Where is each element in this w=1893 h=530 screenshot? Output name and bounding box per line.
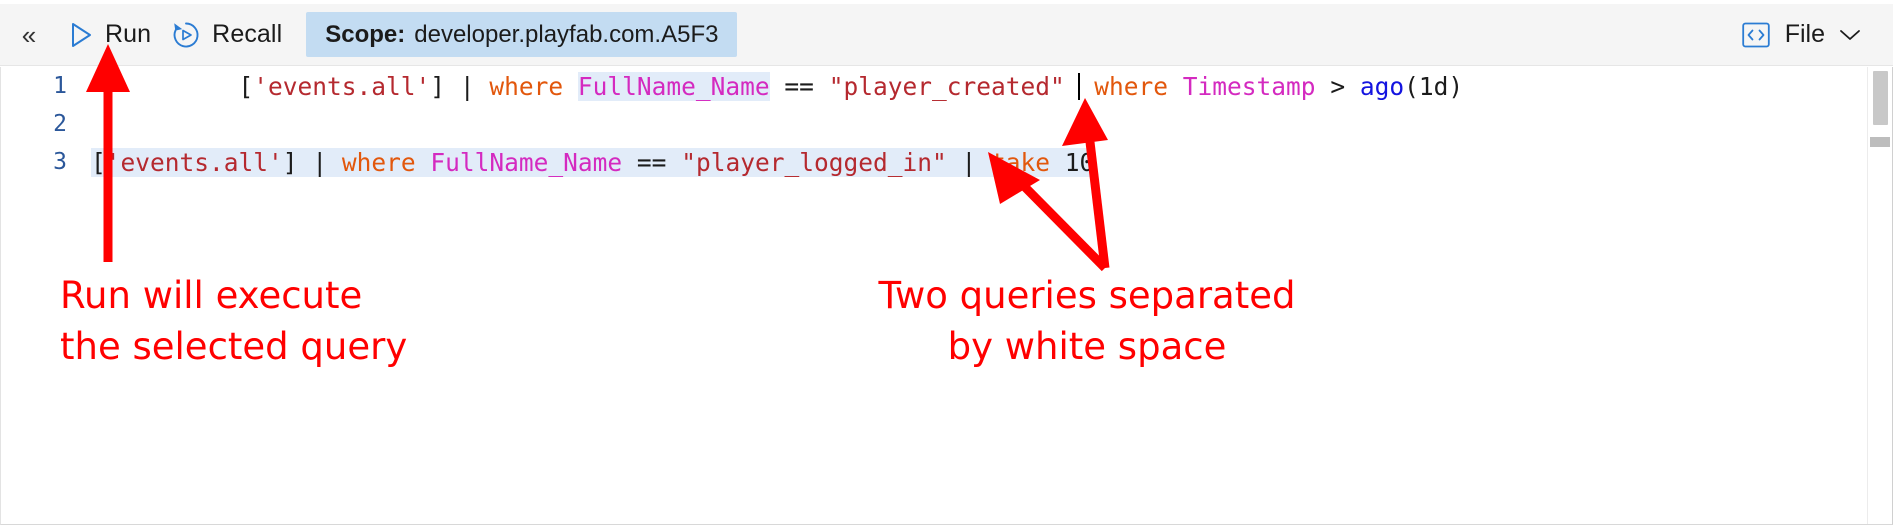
history-recall-icon bbox=[171, 20, 201, 50]
scope-selector[interactable]: Scope: developer.playfab.com.A5F3 bbox=[306, 12, 738, 57]
code-brackets-icon bbox=[1741, 20, 1771, 50]
code-line[interactable]: 1 ['events.all'] | where FullName_Name =… bbox=[1, 67, 1868, 105]
editor-toolbar: « Run Recall Scope: developer.playfab.co… bbox=[0, 4, 1893, 66]
scope-value: developer.playfab.com.A5F3 bbox=[414, 20, 719, 48]
scrollbar-overview-mark bbox=[1870, 137, 1890, 147]
play-triangle-icon bbox=[68, 21, 94, 49]
line-number: 3 bbox=[53, 149, 67, 175]
code-line-content[interactable]: ['events.all'] | where FullName_Name == … bbox=[81, 147, 1868, 177]
toolbar-left-group: « Run Recall Scope: developer.playfab.co… bbox=[0, 4, 1735, 66]
kusto-query-editor-window: « Run Recall Scope: developer.playfab.co… bbox=[0, 0, 1893, 530]
recall-button-label: Recall bbox=[212, 20, 283, 48]
query-editor[interactable]: 1 ['events.all'] | where FullName_Name =… bbox=[0, 67, 1893, 525]
chevron-double-left-icon: « bbox=[21, 19, 37, 50]
chevron-down-icon bbox=[1839, 28, 1861, 42]
toolbar-right-group: File bbox=[1735, 13, 1893, 57]
scope-label: Scope: bbox=[325, 20, 406, 48]
scrollbar-thumb[interactable] bbox=[1873, 71, 1888, 125]
code-line-content[interactable]: ['events.all'] | where FullName_Name == … bbox=[81, 67, 1868, 130]
file-menu-button[interactable]: File bbox=[1735, 13, 1867, 57]
line-number: 2 bbox=[53, 111, 67, 137]
code-line-selected[interactable]: 3 ['events.all'] | where FullName_Name =… bbox=[1, 143, 1868, 181]
run-button-label: Run bbox=[105, 20, 152, 48]
code-lines-container[interactable]: 1 ['events.all'] | where FullName_Name =… bbox=[1, 67, 1868, 524]
file-menu-label: File bbox=[1784, 20, 1825, 48]
line-number: 1 bbox=[53, 73, 67, 99]
recall-button[interactable]: Recall bbox=[161, 13, 292, 57]
run-button[interactable]: Run bbox=[58, 13, 161, 57]
collapse-panel-button[interactable]: « bbox=[0, 4, 58, 66]
editor-vertical-scrollbar[interactable] bbox=[1867, 67, 1892, 524]
